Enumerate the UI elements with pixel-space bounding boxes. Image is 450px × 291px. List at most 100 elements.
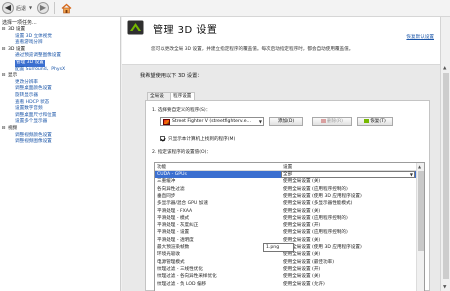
feature-cell: 三重缓冲 <box>157 179 176 185</box>
setting-value: 使用全局设置 (关) <box>283 274 321 280</box>
grid-row[interactable]: 环境光吸收 使用全局设置 (关) <box>155 251 417 258</box>
tree-item-selected[interactable]: 管理 3D 设置 <box>0 59 121 67</box>
setting-value: 使用全局设置 (多显示器性能模式) <box>283 201 353 207</box>
grid-row[interactable]: CUDA - GPUs 全部 ▼ <box>155 171 417 179</box>
grid-row[interactable]: 纹理过滤 - 负 LOD 偏移 使用全局设置 (允许) <box>155 281 417 288</box>
tree-category[interactable]: ⊟ 视频 <box>0 126 121 133</box>
forward-arrow-icon[interactable]: ▶ <box>37 2 49 14</box>
setting-cell: 使用全局设置 (使用 3D 应用程序设置) <box>283 193 362 200</box>
setting-cell: 使用全局设置 (应用程序控制的) <box>283 229 348 236</box>
grid-row[interactable]: 多显示器/混合 GPU 加速 使用全局设置 (多显示器性能模式) <box>155 200 417 207</box>
grid-scrollbar[interactable]: ▲ <box>416 163 424 291</box>
grid-row[interactable]: 平滑处理 - 设置 使用全局设置 (应用程序控制的) <box>155 229 417 236</box>
setting-dropdown[interactable]: 全部 ▼ <box>281 171 415 178</box>
setting-value: 使用全局设置 (关) <box>283 237 321 243</box>
tree-item-label: 调整视频图像设置 <box>15 139 52 145</box>
grid-row[interactable]: 电源管理模式 使用全局设置 (最佳功率) <box>155 259 417 266</box>
chevron-down-icon[interactable]: ▼ <box>410 172 413 178</box>
step2-label: 2. 指定该程序的设置值(O)： <box>152 150 211 155</box>
tree-item[interactable]: 配置 Surround、PhysX <box>0 67 121 74</box>
collapse-icon[interactable]: ⊟ <box>1 27 6 34</box>
back-dropdown-icon[interactable]: ▼ <box>29 5 32 10</box>
tree-item[interactable]: 调整视频图像设置 <box>0 139 121 146</box>
banner-scrollbar[interactable] <box>440 17 450 65</box>
setting-cell: 使用全局设置 (最佳功率) <box>283 259 334 266</box>
program-select-value: Street Fighter V (streetfighterv.e... <box>172 119 251 124</box>
feature-cell: CUDA - GPUs <box>157 172 187 177</box>
setting-value: 使用全局设置 (最佳功率) <box>283 259 334 265</box>
toolbar: ◀ 后退 ▼ ▶ <box>0 0 450 17</box>
feature-cell: 平滑处理 - 灰度纠正 <box>157 223 199 229</box>
collapse-icon[interactable]: ⊟ <box>1 126 6 133</box>
grid-row[interactable]: 三重缓冲 使用全局设置 (关) <box>155 178 417 185</box>
tree-item[interactable]: 设置多个显示器 <box>0 119 121 126</box>
tree-category[interactable]: ⊟ 显示 <box>0 73 121 80</box>
add-button[interactable]: 添加(D) <box>269 117 303 126</box>
scroll-up-icon[interactable]: ▲ <box>443 66 446 71</box>
back-arrow-icon[interactable]: ◀ <box>2 2 14 14</box>
setting-cell: 使用全局设置 (关) <box>283 273 320 280</box>
back-label[interactable]: 后退 <box>16 5 26 12</box>
page-scroll-thumb[interactable] <box>443 73 449 279</box>
feature-cell: 电源管理模式 <box>157 259 185 265</box>
task-panel: 选择一项任务... ⊟ 3D 设置 设置 3D 立体视觉 查看游戏分辨 ⊟ 3D 设置 通过… <box>0 17 121 291</box>
scroll-down-icon[interactable]: ▼ <box>443 285 446 290</box>
setting-column-header[interactable]: 设置 <box>283 164 292 170</box>
tooltip: 1.png <box>263 243 294 252</box>
tree-item[interactable]: 旋转显示器 <box>0 93 121 100</box>
setting-cell: 使用全局设置 (关) <box>283 178 320 185</box>
restore-button[interactable]: 恢复(T) <box>357 117 393 126</box>
tree-item-label: 显示 <box>8 73 18 79</box>
page-title: 管理 3D 设置 <box>153 25 218 36</box>
task-tree: ⊟ 3D 设置 设置 3D 立体视觉 查看游戏分辨 ⊟ 3D 设置 通过预览调整图像设置 管理… <box>0 27 121 146</box>
setting-cell: 使用全局设置 (应用程序控制的) <box>283 186 348 193</box>
grid-scroll-thumb[interactable] <box>418 171 424 251</box>
feature-cell: 平滑处理 - 设置 <box>157 230 190 236</box>
tree-category[interactable]: ⊟ 3D 设置 <box>0 27 121 34</box>
collapse-icon[interactable]: ⊟ <box>1 47 6 54</box>
tree-item[interactable]: 查看游戏分辨 <box>0 40 121 47</box>
setting-cell: 使用全局设置 (使用 3D 应用程序设置) <box>283 244 362 251</box>
section-heading: 我希望使用以下 3D 设置： <box>140 73 203 79</box>
tree-item[interactable]: 通过预览调整图像设置 <box>0 53 121 60</box>
feature-cell: 垂直同步 <box>157 193 176 199</box>
restore-label: 恢复(T) <box>370 119 386 124</box>
page-scrollbar[interactable]: ▲ ▼ <box>440 65 450 291</box>
setting-cell: 使用全局设置 (允许) <box>283 281 325 288</box>
game-icon <box>163 119 170 125</box>
grid-row[interactable]: 平滑处理 - FXAA 使用全局设置 (关) <box>155 208 417 215</box>
tree-item-label: 管理 3D 设置 <box>15 59 45 67</box>
grid-row[interactable]: 各向异性过滤 使用全局设置 (应用程序控制的) <box>155 186 417 193</box>
feature-column-header[interactable]: 功能 <box>157 164 166 170</box>
grid-row[interactable]: 纹理过滤 - 三线性优化 使用全局设置 (开) <box>155 266 417 273</box>
grid-row[interactable]: 纹理过滤 - 各向异性采样优化 使用全局设置 (关) <box>155 273 417 280</box>
settings-grid: 功能 设置 CUDA - GPUs 全部 ▼ 三重缓冲 使用全局设置 (关) 各向异性过滤… <box>154 162 425 291</box>
show-local-programs-checkbox[interactable] <box>160 136 165 141</box>
grid-row[interactable]: 平滑处理 - 灰度纠正 使用全局设置 (开) <box>155 222 417 229</box>
task-panel-header: 选择一项任务... <box>2 20 37 26</box>
scroll-up-icon[interactable]: ▲ <box>418 164 421 169</box>
tree-item[interactable]: 设置数字音频 <box>0 106 121 113</box>
restore-defaults-link[interactable]: 恢复默认设置 <box>406 34 434 40</box>
tree-item[interactable]: 调整桌面颜色设置 <box>0 86 121 93</box>
home-icon[interactable] <box>60 2 73 14</box>
tree-item-label: 设置数字音频 <box>15 106 43 112</box>
program-select[interactable]: Street Fighter V (streetfighterv.e... ▼ <box>160 117 264 126</box>
feature-cell: 平滑处理 - 透明度 <box>157 237 194 243</box>
setting-cell: 使用全局设置 (关) <box>283 208 320 215</box>
page-banner: 管理 3D 设置 恢复默认设置 您可以更改全局 3D 设置，并建立指定程序的覆盖… <box>122 17 440 65</box>
feature-cell: 平滑处理 - 模式 <box>157 215 190 221</box>
program-settings-panel: 1. 选择要自定义的程序(S)： Street Fighter V (stree… <box>145 100 430 291</box>
tree-item-label: 调整桌面颜色设置 <box>15 86 52 92</box>
show-local-programs-label: 只显示本计算机上找到的程序(M) <box>168 137 236 142</box>
setting-value: 使用全局设置 (应用程序控制的) <box>283 215 348 221</box>
setting-cell: 使用全局设置 (关) <box>283 251 320 258</box>
delete-button[interactable]: 删除(R) <box>312 117 352 126</box>
collapse-icon[interactable]: ⊟ <box>1 73 6 80</box>
setting-cell: 使用全局设置 (多显示器性能模式) <box>283 200 352 207</box>
setting-value: 使用全局设置 (使用 3D 应用程序设置) <box>283 245 362 250</box>
grid-row[interactable]: 垂直同步 使用全局设置 (使用 3D 应用程序设置) <box>155 193 417 200</box>
setting-value: 使用全局设置 (允许) <box>283 281 325 287</box>
grid-row[interactable]: 平滑处理 - 模式 使用全局设置 (应用程序控制的) <box>155 215 417 222</box>
setting-value: 使用全局设置 (应用程序控制的) <box>283 186 348 192</box>
